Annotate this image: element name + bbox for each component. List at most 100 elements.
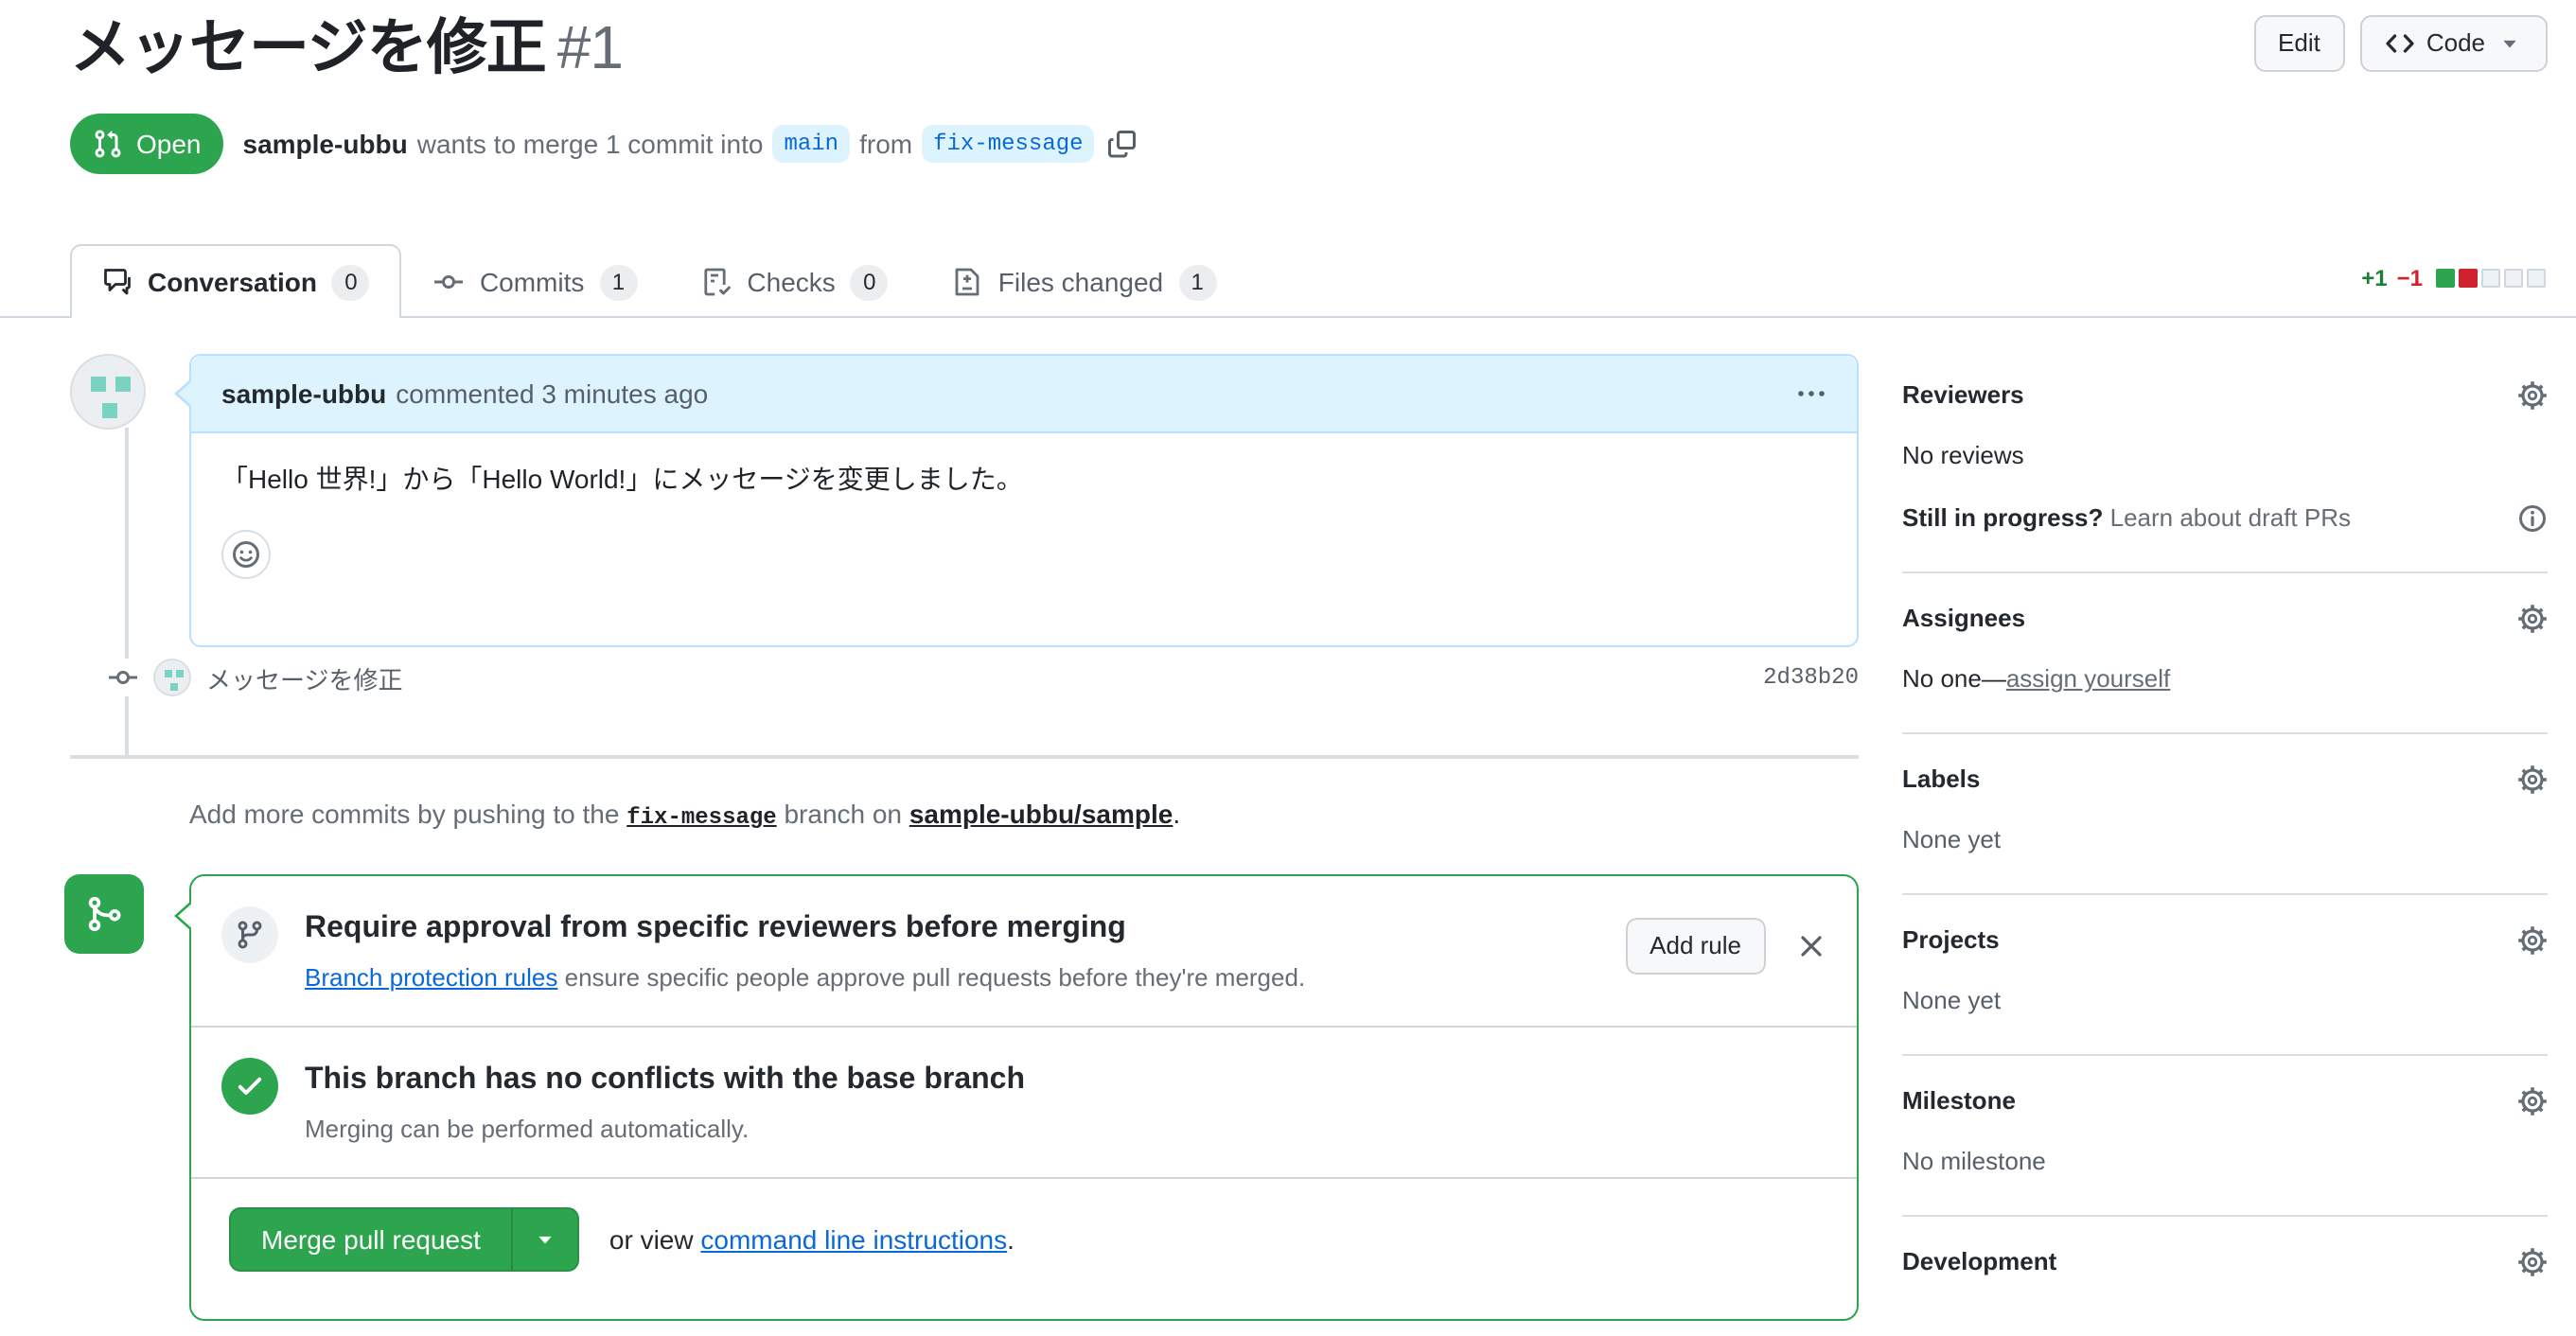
gear-icon[interactable]	[2517, 765, 2548, 795]
projects-section: Projects None yet	[1902, 895, 2548, 1056]
pr-description-comment: sample-ubbu commented 3 minutes ago 「Hel…	[174, 354, 1859, 647]
copy-branch-button[interactable]	[1108, 129, 1138, 159]
check-icon-circle	[221, 1058, 278, 1115]
development-section: Development	[1902, 1217, 2548, 1315]
labels-section: Labels None yet	[1902, 734, 2548, 895]
header-actions: Edit Code	[2253, 15, 2548, 72]
commit-author-avatar[interactable]	[153, 659, 191, 696]
pr-title-text: メッセージを修正	[70, 13, 547, 81]
caret-down-icon	[2497, 30, 2523, 57]
head-branch-label[interactable]: fix-message	[922, 125, 1095, 163]
head-branch-link[interactable]: fix-message	[626, 804, 776, 831]
pr-header: メッセージを修正 #1 Edit Code Open sample-ubbu wa…	[0, 0, 2576, 174]
draft-question: Still in progress?	[1902, 503, 2104, 532]
diffstat-block-neutral	[2504, 269, 2523, 288]
labels-heading: Labels	[1902, 765, 1981, 793]
checks-count: 0	[850, 264, 889, 300]
no-conflicts-subtitle: Merging can be performed automatically.	[305, 1115, 750, 1143]
code-icon	[2385, 28, 2415, 59]
smiley-icon	[231, 539, 261, 570]
diffstat-block-neutral	[2527, 269, 2546, 288]
repo-link[interactable]: sample-ubbu/sample	[909, 799, 1173, 829]
base-branch-label[interactable]: main	[772, 125, 851, 163]
pr-meta-row: Open sample-ubbu wants to merge 1 commit…	[70, 114, 2546, 174]
pr-sidebar: Reviewers No reviews Still in progress? …	[1902, 354, 2548, 1315]
git-branch-icon	[235, 920, 265, 950]
assignees-section: Assignees No one—assign yourself	[1902, 573, 2548, 734]
gear-icon[interactable]	[2517, 604, 2548, 634]
kebab-menu-icon[interactable]	[1796, 378, 1826, 409]
reviewers-heading: Reviewers	[1902, 380, 2024, 409]
conversation-count: 0	[331, 264, 370, 300]
projects-heading: Projects	[1902, 925, 2000, 954]
checks-icon	[701, 267, 732, 297]
tab-conversation[interactable]: Conversation 0	[70, 244, 402, 318]
status-badge: Open	[70, 114, 224, 174]
tab-files-changed[interactable]: Files changed 1	[921, 244, 1248, 318]
merge-box: Require approval from specific reviewers…	[174, 874, 1859, 1321]
assign-yourself-link[interactable]: assign yourself	[2006, 664, 2170, 693]
files-changed-count: 1	[1178, 264, 1217, 300]
timeline-divider	[70, 755, 1859, 759]
no-reviews-text: No reviews	[1902, 441, 2024, 469]
merge-status-badge	[64, 874, 144, 954]
author-link[interactable]: sample-ubbu	[243, 129, 408, 159]
pull-request-icon	[93, 129, 123, 159]
comment-body: 「Hello 世界!」から「Hello World!」にメッセージを変更しました…	[191, 433, 1857, 606]
pr-meta-text: sample-ubbu wants to merge 1 commit into…	[243, 125, 1138, 163]
branch-protection-description: Branch protection rules ensure specific …	[305, 963, 1306, 992]
gear-icon[interactable]	[2517, 380, 2548, 411]
development-heading: Development	[1902, 1247, 2057, 1275]
push-hint: Add more commits by pushing to the fix-m…	[189, 799, 1181, 831]
git-merge-icon	[85, 895, 123, 933]
add-rule-button[interactable]: Add rule	[1625, 918, 1766, 975]
info-icon[interactable]	[2517, 503, 2548, 534]
comment-timestamp: commented 3 minutes ago	[396, 378, 709, 409]
add-reaction-button[interactable]	[221, 530, 271, 579]
edit-button[interactable]: Edit	[2253, 15, 2345, 72]
labels-empty-text: None yet	[1902, 825, 2002, 853]
diffstat[interactable]: +1 −1	[2361, 265, 2546, 291]
pull-request-page: メッセージを修正 #1 Edit Code Open sample-ubbu wa…	[0, 0, 2576, 1336]
assignees-heading: Assignees	[1902, 604, 2026, 632]
milestone-empty-text: No milestone	[1902, 1147, 2046, 1175]
reviewers-section: Reviewers No reviews Still in progress? …	[1902, 354, 2548, 573]
tab-commits[interactable]: Commits 1	[402, 244, 669, 318]
projects-empty-text: None yet	[1902, 986, 2002, 1014]
comment-header: sample-ubbu commented 3 minutes ago	[174, 356, 1857, 433]
no-assignee-text: No one—	[1902, 664, 2006, 693]
code-button[interactable]: Code	[2359, 15, 2548, 72]
tab-checks[interactable]: Checks 0	[669, 244, 920, 318]
commit-message-link[interactable]: メッセージを修正	[206, 659, 403, 695]
gear-icon[interactable]	[2517, 1247, 2548, 1277]
conversation-icon	[102, 267, 132, 297]
pr-tabnav: Conversation 0 Commits 1 Checks 0 Files …	[0, 244, 2576, 318]
deletions-count: −1	[2396, 265, 2423, 291]
cli-hint: or view command line instructions.	[609, 1224, 1015, 1255]
diffstat-block-deleted	[2459, 269, 2478, 288]
close-icon[interactable]	[1796, 931, 1826, 961]
mergeability-section: This branch has no conflicts with the ba…	[191, 1028, 1857, 1179]
milestone-heading: Milestone	[1902, 1086, 2016, 1115]
draft-prs-link[interactable]: Learn about draft PRs	[2110, 503, 2351, 532]
merge-pull-request-button[interactable]: Merge pull request	[229, 1207, 579, 1272]
command-line-instructions-link[interactable]: command line instructions	[700, 1224, 1007, 1255]
commit-icon	[434, 267, 465, 297]
comment-author-link[interactable]: sample-ubbu	[221, 378, 386, 409]
diffstat-block-neutral	[2481, 269, 2500, 288]
files-changed-icon	[953, 267, 983, 297]
avatar[interactable]	[70, 354, 146, 430]
additions-count: +1	[2361, 265, 2388, 291]
gear-icon[interactable]	[2517, 925, 2548, 956]
branch-protection-title: Require approval from specific reviewers…	[305, 912, 1126, 944]
commit-icon	[108, 659, 138, 696]
merge-actions-footer: Merge pull request or view command line …	[191, 1179, 1857, 1300]
commit-sha-link[interactable]: 2d38b20	[1763, 664, 1859, 691]
copy-icon	[1108, 129, 1138, 159]
gear-icon[interactable]	[2517, 1086, 2548, 1116]
commits-count: 1	[599, 264, 638, 300]
branch-protection-rules-link[interactable]: Branch protection rules	[305, 963, 557, 992]
merge-options-dropdown[interactable]	[510, 1209, 577, 1270]
pr-content: sample-ubbu commented 3 minutes ago 「Hel…	[0, 318, 2576, 1330]
pr-number: #1	[556, 13, 624, 81]
